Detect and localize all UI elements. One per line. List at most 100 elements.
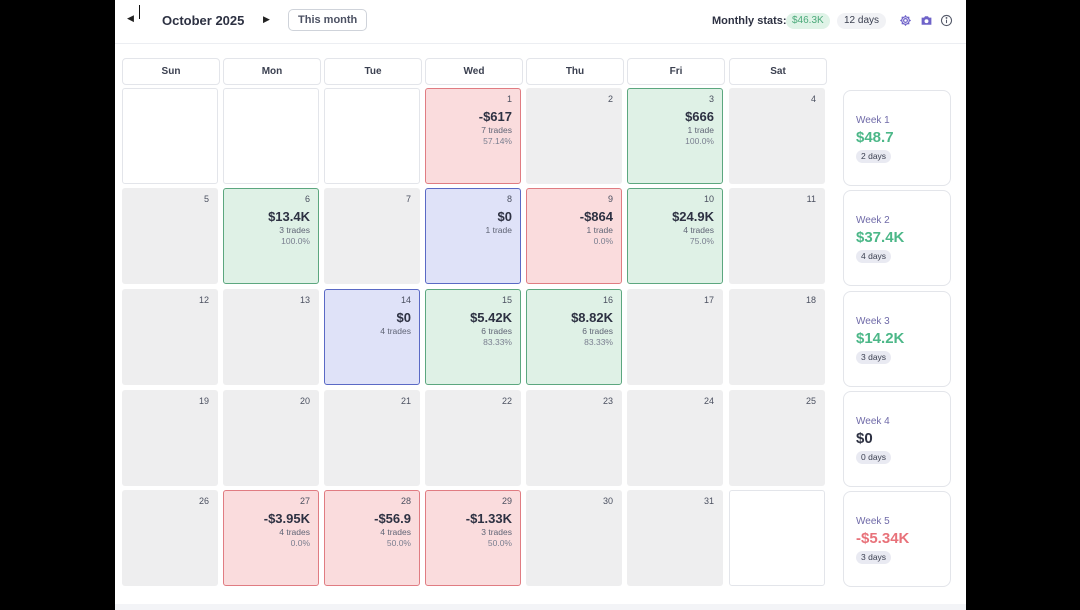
trading-calendar: ◀ October 2025 ▶ This month Monthly stat…	[115, 0, 966, 610]
week-days-badge: 4 days	[856, 250, 892, 263]
day-win-rate: 83.33%	[483, 337, 512, 347]
monthly-pnl-badge: $46.3K	[786, 13, 830, 29]
weekday-fri: Fri	[627, 58, 725, 85]
day-number: 6	[304, 194, 310, 204]
day-win-rate: 0.0%	[593, 236, 613, 246]
day-cell-9[interactable]: 9 -$864 1 trade 0.0%	[526, 188, 622, 284]
day-trade-count: 4 trades	[380, 326, 411, 336]
week-summary-1: Week 1 $48.7 2 days	[843, 90, 951, 186]
day-number: 31	[703, 496, 714, 506]
weekday-sat: Sat	[729, 58, 827, 85]
day-number: 10	[703, 194, 714, 204]
day-pnl: $5.42K	[470, 310, 512, 325]
day-cell-16[interactable]: 16 $8.82K 6 trades 83.33%	[526, 289, 622, 385]
info-icon[interactable]	[940, 14, 953, 27]
day-cell-10[interactable]: 10 $24.9K 4 trades 75.0%	[627, 188, 723, 284]
week-pnl: $37.4K	[856, 229, 905, 246]
day-cell-18[interactable]: 18	[729, 289, 825, 385]
day-number: 19	[198, 396, 209, 406]
day-cell-28[interactable]: 28 -$56.9 4 trades 50.0%	[324, 490, 420, 586]
camera-icon[interactable]	[920, 14, 933, 27]
day-number: 27	[299, 496, 310, 506]
day-number: 2	[607, 94, 613, 104]
day-trade-count: 3 trades	[279, 225, 310, 235]
day-win-rate: 100.0%	[281, 236, 310, 246]
week-summary-4: Week 4 $0 0 days	[843, 391, 951, 487]
weekday-thu: Thu	[526, 58, 624, 85]
week-label: Week 1	[856, 115, 890, 126]
day-cell-17[interactable]: 17	[627, 289, 723, 385]
day-number: 15	[501, 295, 512, 305]
day-cell-22[interactable]: 22	[425, 390, 521, 486]
week-days-badge: 2 days	[856, 150, 892, 163]
day-number: 5	[203, 194, 209, 204]
week-label: Week 5	[856, 516, 890, 527]
day-pnl: $13.4K	[268, 209, 310, 224]
day-cell-4[interactable]: 4	[729, 88, 825, 184]
day-cell-23[interactable]: 23	[526, 390, 622, 486]
day-number: 29	[501, 496, 512, 506]
day-number: 3	[708, 94, 714, 104]
next-month-icon[interactable]: ▶	[263, 14, 270, 25]
day-cell-25[interactable]: 25	[729, 390, 825, 486]
monthly-stats-label: Monthly stats:	[712, 15, 787, 27]
day-number: 1	[506, 94, 512, 104]
day-cell-24[interactable]: 24	[627, 390, 723, 486]
empty-day-cell	[223, 88, 319, 184]
day-number: 11	[806, 194, 816, 204]
day-cell-14[interactable]: 14 $0 4 trades	[324, 289, 420, 385]
day-cell-27[interactable]: 27 -$3.95K 4 trades 0.0%	[223, 490, 319, 586]
day-cell-3[interactable]: 3 $666 1 trade 100.0%	[627, 88, 723, 184]
weekday-mon: Mon	[223, 58, 321, 85]
day-cell-11[interactable]: 11	[729, 188, 825, 284]
day-pnl: $8.82K	[571, 310, 613, 325]
day-number: 24	[703, 396, 714, 406]
day-cell-2[interactable]: 2	[526, 88, 622, 184]
day-cell-21[interactable]: 21	[324, 390, 420, 486]
day-cell-8[interactable]: 8 $0 1 trade	[425, 188, 521, 284]
day-cell-12[interactable]: 12	[122, 289, 218, 385]
day-number: 26	[198, 496, 209, 506]
day-cell-30[interactable]: 30	[526, 490, 622, 586]
day-cell-19[interactable]: 19	[122, 390, 218, 486]
day-pnl: $0	[396, 310, 411, 325]
day-win-rate: 83.33%	[584, 337, 613, 347]
day-trade-count: 6 trades	[481, 326, 512, 336]
week-pnl: $0	[856, 430, 873, 447]
empty-day-cell	[122, 88, 218, 184]
prev-month-icon[interactable]: ◀	[127, 13, 134, 24]
day-cell-6[interactable]: 6 $13.4K 3 trades 100.0%	[223, 188, 319, 284]
week-summary-2: Week 2 $37.4K 4 days	[843, 190, 951, 286]
day-number: 21	[400, 396, 411, 406]
day-number: 4	[810, 94, 816, 104]
day-number: 13	[299, 295, 310, 305]
calendar-header: ◀ October 2025 ▶ This month Monthly stat…	[115, 0, 966, 44]
day-cell-15[interactable]: 15 $5.42K 6 trades 83.33%	[425, 289, 521, 385]
day-cell-7[interactable]: 7	[324, 188, 420, 284]
week-summary-3: Week 3 $14.2K 3 days	[843, 291, 951, 387]
day-cell-5[interactable]: 5	[122, 188, 218, 284]
day-cell-1[interactable]: 1 -$617 7 trades 57.14%	[425, 88, 521, 184]
day-number: 14	[400, 295, 411, 305]
day-number: 22	[501, 396, 512, 406]
day-cell-20[interactable]: 20	[223, 390, 319, 486]
gear-icon[interactable]	[899, 14, 912, 27]
this-month-button[interactable]: This month	[288, 9, 368, 31]
day-win-rate: 50.0%	[487, 538, 512, 548]
day-pnl: -$617	[478, 109, 512, 124]
day-trade-count: 4 trades	[683, 225, 714, 235]
monthly-days-badge: 12 days	[837, 13, 887, 29]
day-win-rate: 57.14%	[483, 136, 512, 146]
day-win-rate: 100.0%	[685, 136, 714, 146]
day-number: 28	[400, 496, 411, 506]
day-cell-31[interactable]: 31	[627, 490, 723, 586]
day-cell-29[interactable]: 29 -$1.33K 3 trades 50.0%	[425, 490, 521, 586]
month-title: October 2025	[162, 13, 245, 28]
week-label: Week 3	[856, 316, 890, 327]
day-pnl: $666	[685, 109, 714, 124]
day-cell-13[interactable]: 13	[223, 289, 319, 385]
day-number: 16	[602, 295, 613, 305]
day-cell-26[interactable]: 26	[122, 490, 218, 586]
day-number: 30	[602, 496, 613, 506]
day-pnl: -$1.33K	[465, 511, 512, 526]
